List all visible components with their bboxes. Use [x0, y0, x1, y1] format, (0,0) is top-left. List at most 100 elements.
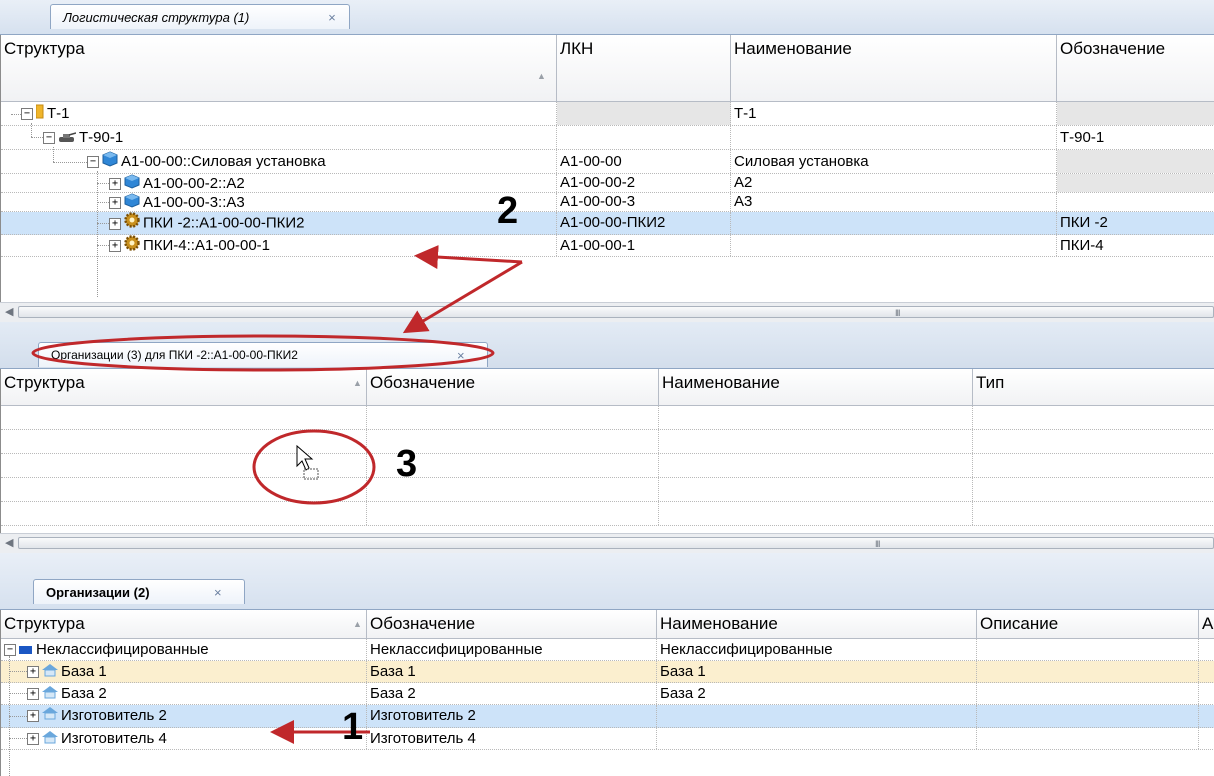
cell-designation: Т-90-1 [1057, 126, 1214, 149]
scroll-left-icon[interactable]: ◀ [5, 536, 13, 549]
column-header-structure[interactable]: Структура ▲ [1, 610, 367, 638]
tab-label: Организации (2) [46, 585, 150, 600]
cell-structure: − Т-90-1 [1, 126, 557, 149]
scrollbar-thumb[interactable]: III [18, 537, 1214, 549]
table-row[interactable]: − Т-90-1 Т-90-1 [1, 126, 1214, 150]
expand-icon[interactable]: + [27, 688, 39, 701]
cell-designation: Изготовитель 4 [367, 728, 657, 749]
cell-description [977, 639, 1199, 660]
table-row[interactable]: − Т-1 Т-1 [1, 102, 1214, 126]
tab-label: Организации (3) для ПКИ -2::А1-00-00-ПКИ… [51, 348, 298, 362]
cell-designation: ПКИ-4 [1057, 235, 1214, 256]
sort-asc-icon: ▲ [353, 378, 362, 388]
column-header-name[interactable]: Наименование [731, 35, 1057, 101]
organizations-for-pki-grid: Структура ▲ Обозначение Наименование Тип [0, 369, 1214, 533]
tree-line [9, 693, 27, 694]
scrollbar-thumb[interactable]: III [18, 306, 1214, 318]
cell-structure: + База 2 [1, 683, 367, 704]
tree-line [53, 162, 87, 163]
gear-icon [124, 235, 140, 256]
column-header-name[interactable]: Наименование [657, 610, 977, 638]
cell-lkn: А1-00-00-1 [557, 235, 731, 256]
cell-name: Силовая установка [731, 150, 1057, 173]
cell-designation: Изготовитель 2 [367, 705, 657, 727]
tab-organizations-for-pki[interactable]: Организации (3) для ПКИ -2::А1-00-00-ПКИ… [38, 342, 488, 367]
collapse-icon[interactable]: − [43, 132, 55, 145]
table-row-selected[interactable]: + ПКИ -2::А1-00-00-ПКИ2 А1-00-00-ПКИ2 ПКИ… [1, 212, 1214, 235]
table-row[interactable]: + Изготовитель 4 Изготовитель 4 [1, 728, 1214, 750]
tree-line [9, 671, 27, 672]
column-header-designation[interactable]: Обозначение [367, 610, 657, 638]
cell-description [977, 683, 1199, 704]
tree-line [11, 114, 21, 115]
cell-name [657, 728, 977, 749]
panel2-tabstrip: Организации (3) для ПКИ -2::А1-00-00-ПКИ… [0, 322, 1214, 369]
expand-icon[interactable]: + [109, 178, 121, 190]
tab-logistic-structure[interactable]: Логистическая структура (1) × [50, 4, 350, 29]
cell-lkn: А1-00-00-ПКИ2 [557, 212, 731, 234]
horizontal-scrollbar[interactable]: ◀ III [0, 533, 1214, 553]
gear-icon [124, 212, 140, 234]
horizontal-scrollbar[interactable]: ◀ III [0, 302, 1214, 322]
scroll-left-icon[interactable]: ◀ [5, 305, 13, 318]
cell-lkn: А1-00-00-3 [557, 193, 731, 211]
table-row[interactable]: − А1-00-00::Силовая установка А1-00-00 Си… [1, 150, 1214, 174]
cell-lkn [557, 126, 731, 149]
empty-row [1, 454, 1214, 478]
close-icon[interactable]: × [457, 343, 465, 368]
collapse-icon[interactable]: − [21, 108, 33, 121]
cell-name: База 2 [657, 683, 977, 704]
cell-structure: + А1-00-00-3::А3 [1, 193, 557, 211]
cube-icon [124, 193, 140, 211]
column-header-description[interactable]: Описание [977, 610, 1199, 638]
column-header-structure[interactable]: Структура ▲ [1, 369, 367, 405]
column-header-designation[interactable]: Обозначение [1057, 35, 1214, 101]
table-row[interactable]: + База 2 База 2 База 2 [1, 683, 1214, 705]
organization-icon [42, 684, 58, 704]
column-header-type[interactable]: Тип [973, 369, 1214, 405]
cell-name: Т-1 [731, 102, 1057, 125]
sort-asc-icon: ▲ [353, 619, 362, 629]
column-header-lkn[interactable]: ЛКН [557, 35, 731, 101]
cell-designation: Неклассифицированные [367, 639, 657, 660]
expand-icon[interactable]: + [109, 240, 121, 253]
close-icon[interactable]: × [214, 580, 222, 605]
expand-icon[interactable]: + [109, 217, 121, 230]
column-header-designation[interactable]: Обозначение [367, 369, 659, 405]
folder-icon [35, 103, 44, 125]
callout-number-1: 1 [342, 706, 364, 748]
cell-description [977, 661, 1199, 682]
cell-name [731, 126, 1057, 149]
table-row[interactable]: + А1-00-00-3::А3 А1-00-00-3 А3 [1, 193, 1214, 212]
tab-organizations[interactable]: Организации (2) × [33, 579, 245, 604]
collapse-icon[interactable]: − [4, 644, 16, 657]
tree-line [53, 147, 54, 162]
expand-icon[interactable]: + [27, 733, 39, 746]
scroll-grip: III [895, 308, 900, 318]
table-row[interactable]: + ПКИ-4::А1-00-00-1 А1-00-00-1 ПКИ-4 [1, 235, 1214, 257]
panel3-tabstrip: Организации (2) × [0, 553, 1214, 610]
column-header-name[interactable]: Наименование [659, 369, 973, 405]
cube-icon [102, 150, 118, 173]
expand-icon[interactable]: + [27, 666, 39, 679]
expand-icon[interactable]: + [109, 197, 121, 209]
column-header-structure[interactable]: Структура ▲ [1, 35, 557, 101]
callout-number-2: 2 [497, 190, 519, 232]
cell-designation: База 2 [367, 683, 657, 704]
cell-lkn: А1-00-00-2 [557, 174, 731, 192]
cell-structure: + Изготовитель 4 [1, 728, 367, 749]
empty-row [1, 478, 1214, 502]
table-row[interactable]: + База 1 База 1 База 1 [1, 661, 1214, 683]
tree-line [31, 123, 32, 137]
callout-number-3: 3 [396, 443, 418, 485]
cell-structure: + А1-00-00-2::А2 [1, 174, 557, 192]
close-icon[interactable]: × [328, 5, 336, 30]
expand-icon[interactable]: + [27, 710, 39, 723]
table-row-selected[interactable]: + Изготовитель 2 Изготовитель 2 [1, 705, 1214, 728]
cube-icon [124, 174, 140, 192]
grid-header: Структура ▲ Обозначение Наименование Опи… [1, 610, 1214, 639]
table-row[interactable]: − Неклассифицированные Неклассифицированн… [1, 639, 1214, 661]
column-header-extra[interactable]: А [1199, 610, 1214, 638]
table-row[interactable]: + А1-00-00-2::А2 А1-00-00-2 А2 [1, 174, 1214, 193]
collapse-icon[interactable]: − [87, 156, 99, 169]
